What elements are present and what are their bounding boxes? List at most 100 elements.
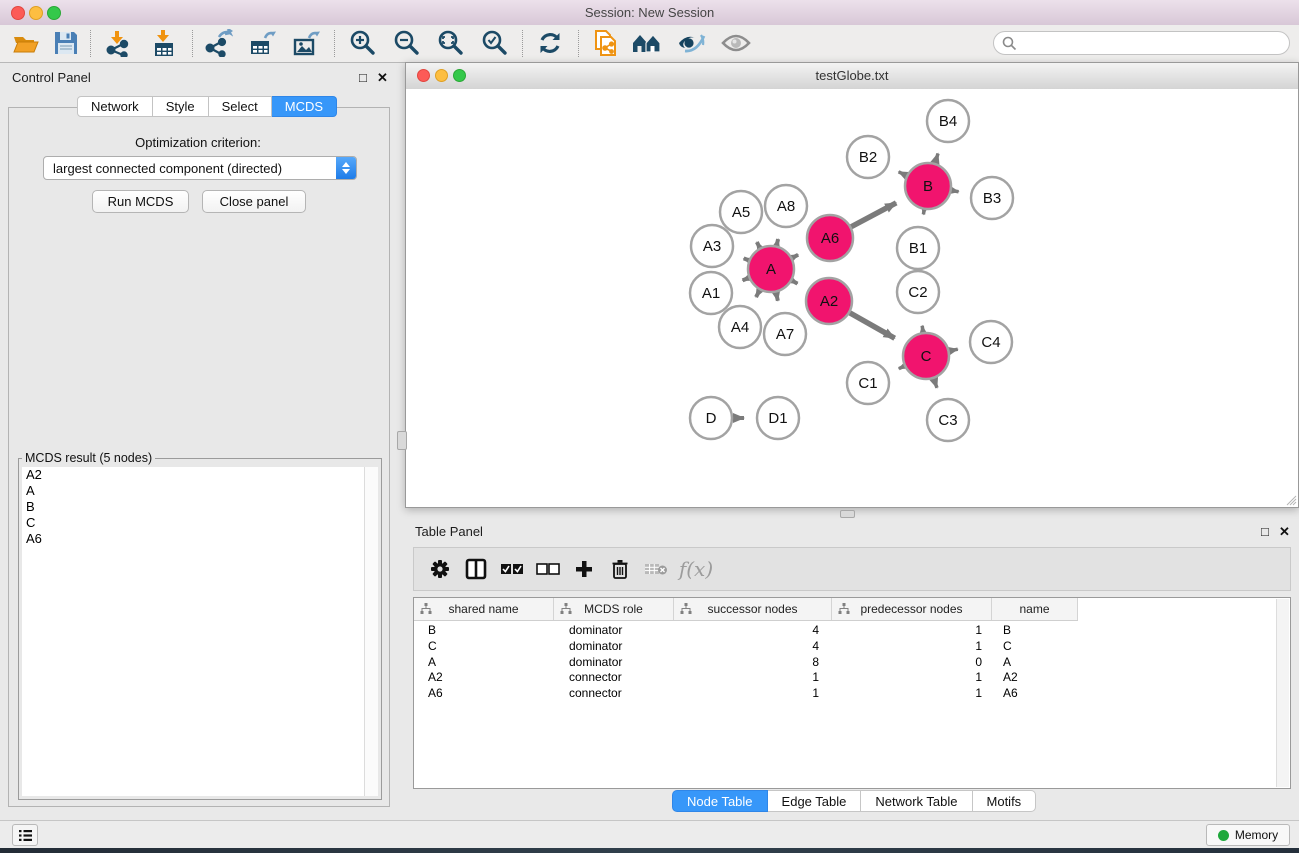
open-session-button[interactable] [8, 27, 44, 59]
delete-table-button[interactable] [638, 551, 674, 587]
float-table-panel-button[interactable]: □ [1261, 525, 1269, 539]
export-image-button[interactable] [288, 27, 324, 59]
list-item[interactable]: A2 [22, 467, 365, 483]
cell-successor-nodes[interactable]: 8 [674, 655, 819, 671]
graph-edge[interactable] [922, 326, 923, 332]
cell-predecessor-nodes[interactable]: 1 [832, 639, 982, 655]
graph-edge[interactable] [952, 190, 959, 191]
graph-edge[interactable] [923, 210, 924, 215]
graph-edge[interactable] [757, 242, 760, 248]
cell-shared-name[interactable]: A2 [428, 670, 443, 686]
import-table-button[interactable] [146, 27, 182, 59]
tab-select[interactable]: Select [209, 96, 272, 117]
table-row[interactable]: C dominator 4 1 C [414, 639, 1078, 655]
cell-mcds-role[interactable]: connector [569, 670, 622, 686]
tab-edge-table[interactable]: Edge Table [768, 790, 862, 812]
close-window-button[interactable] [11, 6, 25, 20]
tab-network[interactable]: Network [77, 96, 153, 117]
cell-predecessor-nodes[interactable]: 1 [832, 623, 982, 639]
show-details-button[interactable] [718, 27, 754, 59]
cell-name[interactable]: C [1003, 639, 1012, 655]
graph-edge[interactable] [899, 172, 907, 176]
graph-edge[interactable] [792, 255, 798, 258]
list-item[interactable]: A [22, 483, 365, 499]
zoom-in-button[interactable] [344, 27, 380, 59]
save-session-button[interactable] [48, 27, 84, 59]
graph-edge[interactable] [777, 239, 779, 246]
tab-style[interactable]: Style [153, 96, 209, 117]
column-header-shared-name[interactable]: shared name [414, 598, 554, 620]
cell-successor-nodes[interactable]: 4 [674, 639, 819, 655]
export-network-button[interactable] [200, 27, 236, 59]
close-network-button[interactable] [417, 69, 430, 82]
table-row[interactable]: A6 connector 1 1 A6 [414, 686, 1078, 702]
task-history-button[interactable] [12, 824, 38, 846]
graph-edge[interactable] [743, 278, 749, 280]
cell-mcds-role[interactable]: dominator [569, 639, 622, 655]
run-mcds-button[interactable]: Run MCDS [92, 190, 189, 213]
minimize-network-button[interactable] [435, 69, 448, 82]
network-canvas[interactable]: B4B2BB3A8A5A6B1A3AC2A1A2A4A7C4CC1C3DD1 [406, 89, 1298, 507]
cell-name[interactable]: B [1003, 623, 1011, 639]
cell-shared-name[interactable]: C [428, 639, 437, 655]
table-row[interactable]: A dominator 8 0 A [414, 655, 1078, 671]
list-item[interactable]: A6 [22, 531, 365, 547]
column-header-mcds-role[interactable]: MCDS role [554, 598, 674, 620]
function-builder-button[interactable]: f(x) [674, 551, 718, 587]
vertical-splitter-handle[interactable] [397, 431, 407, 450]
list-item[interactable]: C [22, 515, 365, 531]
graph-edge[interactable] [934, 379, 937, 388]
graph-edge[interactable] [776, 292, 778, 300]
graph-edge[interactable] [851, 203, 896, 227]
close-panel-button[interactable]: ✕ [377, 71, 388, 85]
memory-button[interactable]: Memory [1206, 824, 1290, 846]
search-box[interactable] [993, 31, 1290, 55]
graph-edge[interactable] [935, 153, 938, 163]
result-scrollbar[interactable] [364, 467, 378, 796]
cell-name[interactable]: A6 [1003, 686, 1018, 702]
tab-network-table[interactable]: Network Table [861, 790, 972, 812]
zoom-out-button[interactable] [388, 27, 424, 59]
cell-predecessor-nodes[interactable]: 1 [832, 686, 982, 702]
tab-node-table[interactable]: Node Table [672, 790, 768, 812]
export-table-button[interactable] [244, 27, 280, 59]
clone-network-button[interactable] [588, 27, 624, 59]
cell-successor-nodes[interactable]: 4 [674, 623, 819, 639]
hide-details-button[interactable] [674, 27, 710, 59]
network-graph[interactable]: B4B2BB3A8A5A6B1A3AC2A1A2A4A7C4CC1C3DD1 [406, 89, 1298, 507]
show-column-button[interactable] [458, 551, 494, 587]
cell-shared-name[interactable]: B [428, 623, 436, 639]
select-all-button[interactable] [494, 551, 530, 587]
zoom-fit-button[interactable] [432, 27, 468, 59]
import-network-button[interactable] [100, 27, 136, 59]
column-header-successor-nodes[interactable]: successor nodes [674, 598, 832, 620]
table-row[interactable]: A2 connector 1 1 A2 [414, 670, 1078, 686]
add-row-button[interactable] [566, 551, 602, 587]
cell-successor-nodes[interactable]: 1 [674, 686, 819, 702]
minimize-window-button[interactable] [29, 6, 43, 20]
cell-predecessor-nodes[interactable]: 0 [832, 655, 982, 671]
table-settings-button[interactable] [422, 551, 458, 587]
tab-motifs[interactable]: Motifs [973, 790, 1037, 812]
cell-name[interactable]: A [1003, 655, 1011, 671]
first-neighbors-button[interactable] [630, 27, 666, 59]
list-item[interactable]: B [22, 499, 365, 515]
cell-shared-name[interactable]: A6 [428, 686, 443, 702]
cell-predecessor-nodes[interactable]: 1 [832, 670, 982, 686]
horizontal-splitter-handle[interactable] [840, 510, 855, 518]
column-header-predecessor-nodes[interactable]: predecessor nodes [832, 598, 992, 620]
column-header-name[interactable]: name [992, 598, 1078, 620]
cell-mcds-role[interactable]: dominator [569, 655, 622, 671]
network-window-titlebar[interactable]: testGlobe.txt [406, 63, 1298, 90]
criterion-dropdown[interactable]: largest connected component (directed) [43, 156, 357, 180]
cell-mcds-role[interactable]: dominator [569, 623, 622, 639]
tab-mcds[interactable]: MCDS [272, 96, 337, 117]
close-table-panel-button[interactable]: ✕ [1279, 525, 1290, 539]
search-input[interactable] [1022, 33, 1289, 53]
graph-edge[interactable] [792, 281, 797, 284]
delete-row-button[interactable] [602, 551, 638, 587]
window-resize-grip[interactable] [1284, 493, 1297, 506]
refresh-button[interactable] [532, 27, 568, 59]
zoom-selected-button[interactable] [476, 27, 512, 59]
table-row[interactable]: B dominator 4 1 B [414, 623, 1078, 639]
